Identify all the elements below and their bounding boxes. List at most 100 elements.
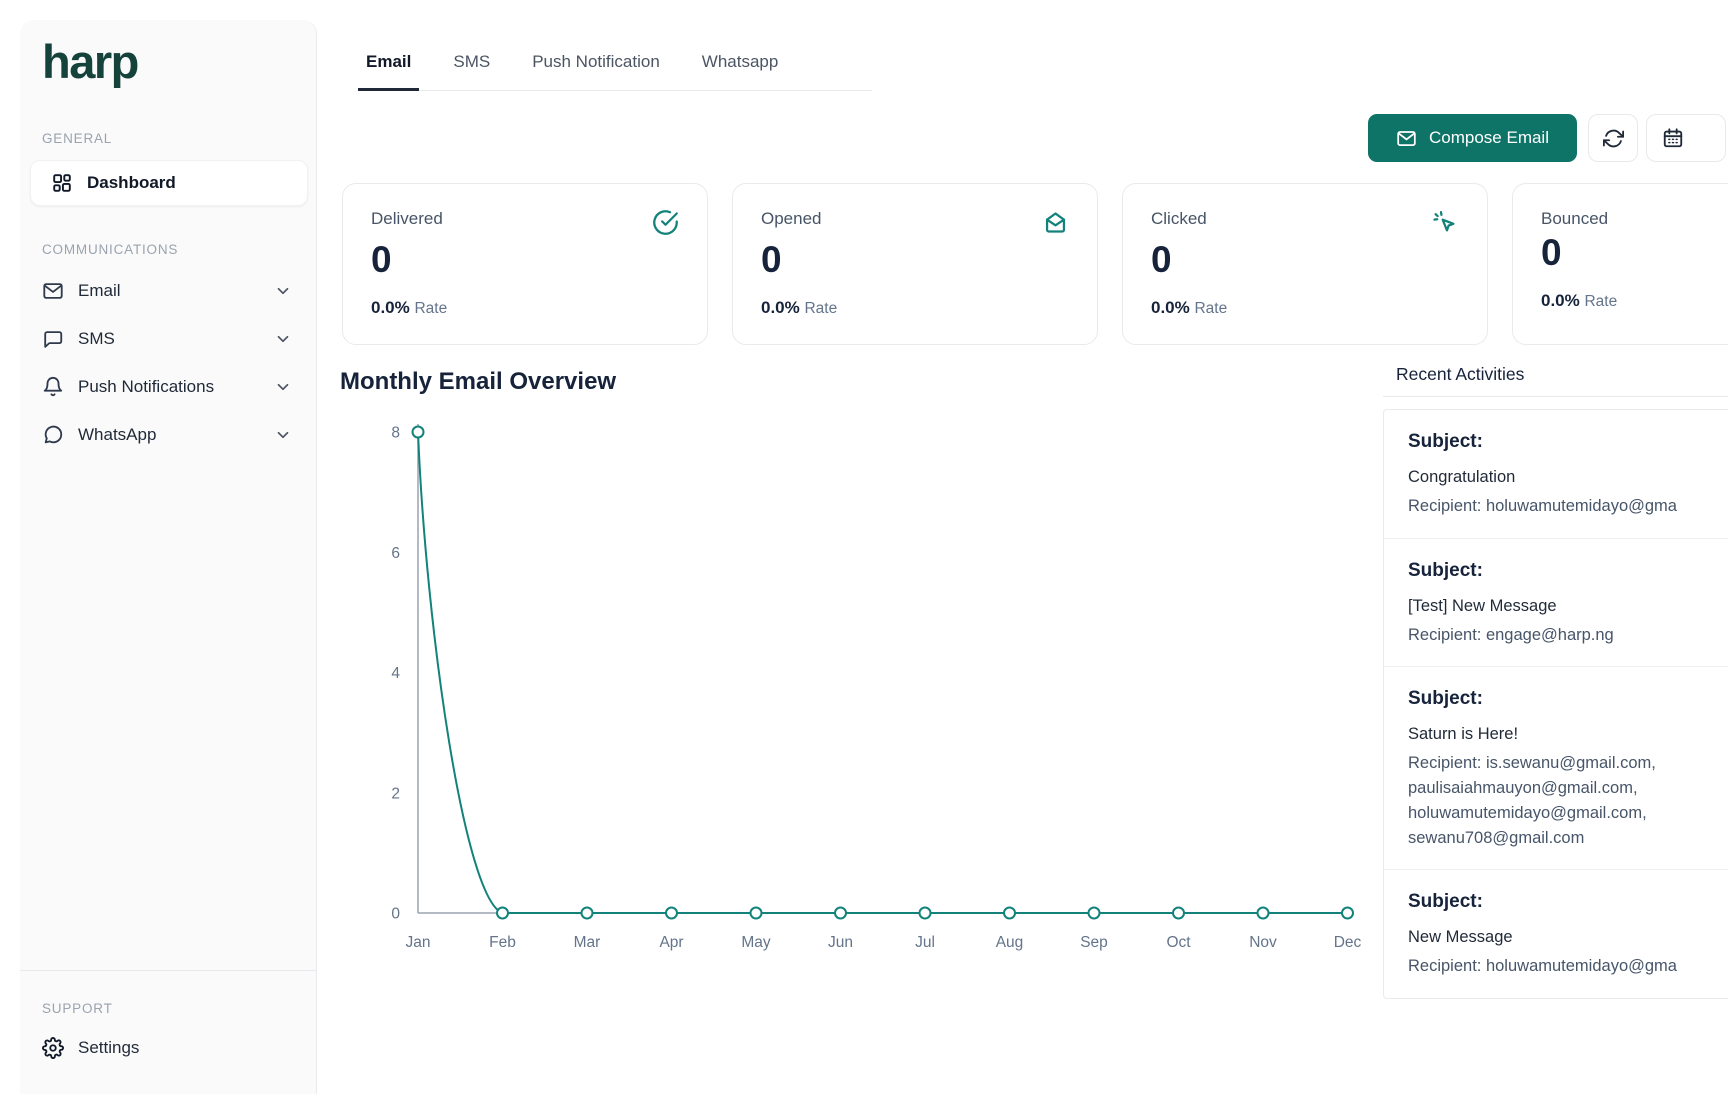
sidebar-section-support: SUPPORT	[42, 1001, 316, 1016]
chart-data-point	[1258, 908, 1269, 919]
cursor-click-icon	[1432, 209, 1459, 236]
stat-rate-caption: Rate	[804, 300, 837, 317]
chart-title: Monthly Email Overview	[340, 368, 616, 396]
activity-item: Subject: Congratulation Recipient: holuw…	[1384, 410, 1728, 538]
chart-data-point	[1173, 908, 1184, 919]
recent-activities-list: Subject: Congratulation Recipient: holuw…	[1383, 409, 1728, 999]
stat-rate: 0.0%	[1541, 291, 1580, 310]
refresh-button[interactable]	[1588, 114, 1638, 162]
activity-recipient: Recipient: holuwamutemidayo@gma	[1408, 954, 1720, 979]
recent-activities-panel: Recent Activities Subject: Congratulatio…	[1383, 364, 1728, 999]
activity-recipient: Recipient: holuwamutemidayo@gma	[1408, 494, 1720, 519]
stat-rate: 0.0%	[371, 298, 410, 317]
compose-email-button[interactable]: Compose Email	[1368, 114, 1577, 162]
chevron-down-icon[interactable]	[274, 378, 292, 396]
chart-data-point	[751, 908, 762, 919]
x-axis-tick-label: Mar	[574, 934, 601, 951]
refresh-icon	[1603, 128, 1624, 149]
y-axis-tick-label: 8	[391, 425, 400, 442]
chart-data-point	[666, 908, 677, 919]
x-axis-tick-label: Oct	[1166, 934, 1191, 951]
bell-icon	[42, 376, 64, 398]
stat-rate-caption: Rate	[414, 300, 447, 317]
chevron-down-icon[interactable]	[274, 330, 292, 348]
sidebar-section-communications: COMMUNICATIONS	[42, 242, 316, 257]
envelope-icon	[1396, 128, 1417, 149]
stat-value: 0	[1151, 240, 1459, 281]
stat-card-clicked: Clicked 0 0.0% Rate	[1122, 183, 1488, 345]
y-axis-tick-label: 4	[391, 665, 400, 682]
stat-label: Delivered	[371, 209, 443, 229]
tab-email[interactable]: Email	[358, 50, 419, 91]
grid-icon	[51, 172, 73, 194]
sidebar-item-settings[interactable]: Settings	[20, 1024, 316, 1072]
sidebar-item-sms[interactable]: SMS	[20, 315, 316, 363]
compose-email-label: Compose Email	[1429, 128, 1549, 148]
chart-data-point	[920, 908, 931, 919]
chart-data-point	[497, 908, 508, 919]
chart-data-point	[582, 908, 593, 919]
chart-data-point	[1004, 908, 1015, 919]
activity-subject: New Message	[1408, 926, 1720, 950]
tab-whatsapp[interactable]: Whatsapp	[694, 50, 787, 91]
sidebar-item-label: Push Notifications	[78, 377, 214, 397]
tab-push-notification[interactable]: Push Notification	[524, 50, 668, 91]
chart-data-point	[413, 427, 424, 438]
x-axis-tick-label: Dec	[1334, 934, 1362, 951]
sidebar-item-email[interactable]: Email	[20, 267, 316, 315]
mail-icon	[42, 280, 64, 302]
x-axis-tick-label: Jan	[406, 934, 431, 951]
activity-subject: Congratulation	[1408, 466, 1720, 490]
activity-subject: Saturn is Here!	[1408, 723, 1720, 747]
chart-line	[418, 432, 1348, 913]
stat-label: Opened	[761, 209, 822, 229]
x-axis-tick-label: May	[741, 934, 771, 951]
stat-label: Clicked	[1151, 209, 1207, 229]
sidebar-item-label: Settings	[78, 1038, 139, 1058]
stat-label: Bounced	[1541, 209, 1608, 229]
activity-subject-label: Subject:	[1408, 431, 1720, 453]
sidebar-divider	[20, 970, 316, 971]
app-window: harp GENERAL Dashboard COMMUNICATIONS Em…	[0, 0, 1728, 1094]
sidebar-item-dashboard[interactable]: Dashboard	[30, 160, 308, 206]
activity-subject-label: Subject:	[1408, 891, 1720, 913]
activity-recipient: Recipient: is.sewanu@gmail.com, paulisai…	[1408, 751, 1720, 850]
sidebar-item-push-notifications[interactable]: Push Notifications	[20, 363, 316, 411]
gear-icon	[42, 1037, 64, 1059]
stat-card-opened: Opened 0 0.0% Rate	[732, 183, 1098, 345]
activity-item: Subject: New Message Recipient: holuwamu…	[1384, 869, 1728, 998]
sidebar-item-label: Dashboard	[87, 173, 176, 193]
line-chart-svg: 02468JanFebMarAprMayJunJulAugSepOctNovDe…	[330, 408, 1400, 983]
stat-value: 0	[1541, 233, 1728, 274]
recent-activities-title: Recent Activities	[1396, 364, 1728, 396]
y-axis-tick-label: 0	[391, 906, 400, 923]
chevron-down-icon[interactable]	[274, 426, 292, 444]
activity-subject-label: Subject:	[1408, 688, 1720, 710]
calendar-button[interactable]	[1646, 114, 1726, 162]
sidebar-item-label: WhatsApp	[78, 425, 156, 445]
chevron-down-icon[interactable]	[274, 282, 292, 300]
activity-item: Subject: Saturn is Here! Recipient: is.s…	[1384, 666, 1728, 869]
calendar-icon	[1662, 127, 1684, 149]
stat-rate-caption: Rate	[1194, 300, 1227, 317]
stat-rate: 0.0%	[1151, 298, 1190, 317]
x-axis-tick-label: Sep	[1080, 934, 1108, 951]
sidebar: harp GENERAL Dashboard COMMUNICATIONS Em…	[20, 20, 317, 1094]
monthly-email-chart: 02468JanFebMarAprMayJunJulAugSepOctNovDe…	[330, 408, 1400, 983]
activity-item: Subject: [Test] New Message Recipient: e…	[1384, 538, 1728, 667]
sidebar-item-whatsapp[interactable]: WhatsApp	[20, 411, 316, 459]
x-axis-tick-label: Jul	[915, 934, 935, 951]
stat-value: 0	[761, 240, 1069, 281]
tab-sms[interactable]: SMS	[445, 50, 498, 91]
x-axis-tick-label: Jun	[828, 934, 853, 951]
stat-rate: 0.0%	[761, 298, 800, 317]
brand-logo: harp	[42, 38, 316, 85]
sidebar-item-label: Email	[78, 281, 121, 301]
activity-recipient: Recipient: engage@harp.ng	[1408, 623, 1720, 648]
stat-rate-caption: Rate	[1584, 293, 1617, 310]
x-axis-tick-label: Feb	[489, 934, 516, 951]
stat-card-bounced: Bounced 0 0.0% Rate	[1512, 183, 1728, 345]
chart-data-point	[1089, 908, 1100, 919]
stat-card-delivered: Delivered 0 0.0% Rate	[342, 183, 708, 345]
x-axis-tick-label: Aug	[996, 934, 1024, 951]
